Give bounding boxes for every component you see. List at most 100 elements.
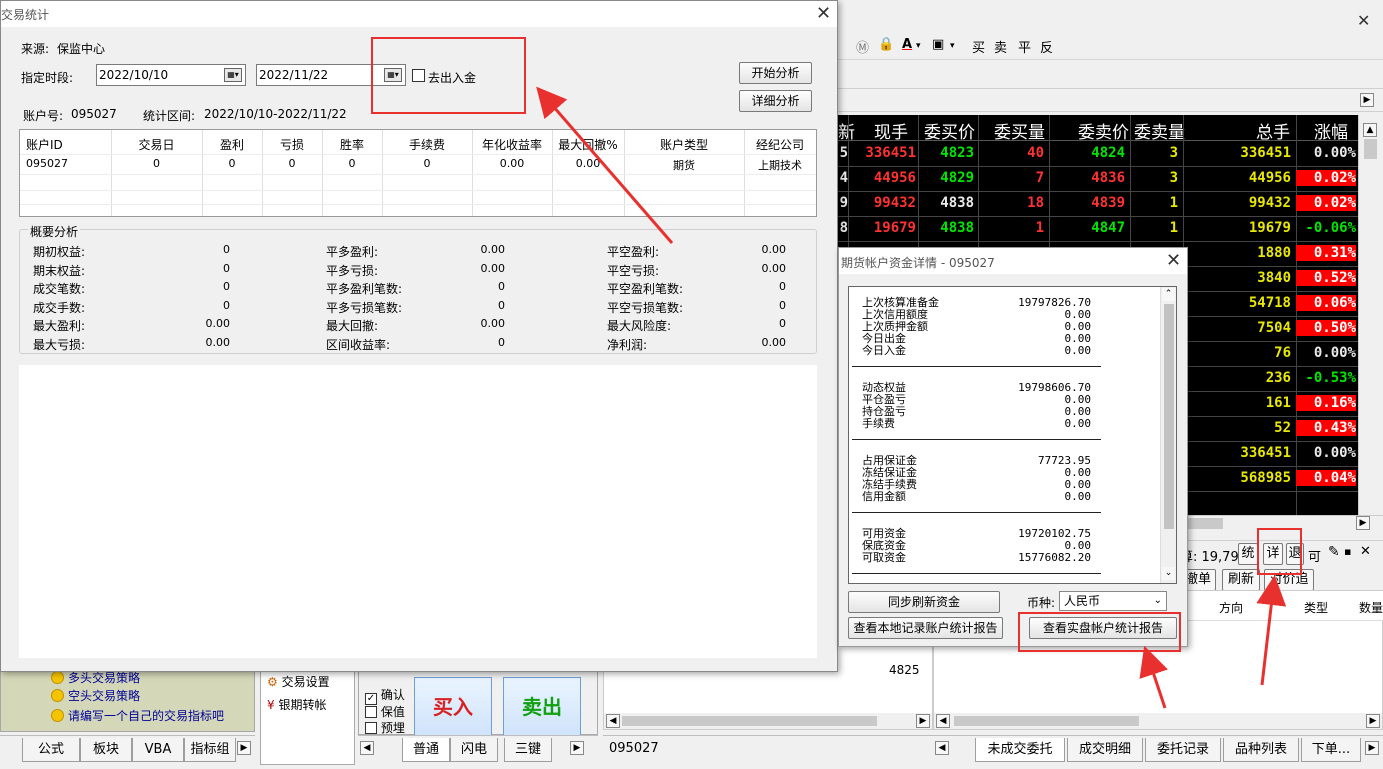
tab-sector[interactable]: 板块 [80,738,132,762]
col-type[interactable]: 类型 [1304,599,1328,616]
calendar-icon[interactable]: ▦▾ [224,68,242,82]
tab-lightning[interactable]: 闪电 [450,738,498,762]
col-header-account-id[interactable]: 账户ID [26,136,63,153]
col-header-fee[interactable]: 手续费 [382,136,472,153]
col-header-max-drawdown[interactable]: 最大回撤% [552,136,624,153]
account-tab[interactable]: 095027 [609,741,659,756]
col-header-buy-price[interactable]: 委买价 [924,118,975,143]
quote-row[interactable]: 8 19679 4838 1 4847 1 19679 -0.06% [838,217,1358,242]
col-header-account-type[interactable]: 账户类型 [624,136,744,153]
tab-instrument-list[interactable]: 品种列表 [1223,738,1299,762]
available-label: 算: 19,79 [1180,550,1239,565]
detailed-analysis-button[interactable]: 详细分析 [739,90,812,112]
main-close-icon[interactable]: ✕ [1357,12,1370,30]
chevron-down-icon: ⌄ [1153,595,1162,606]
col-header-change[interactable]: 涨幅 [1314,118,1348,143]
tab-place-order[interactable]: 下单... [1301,738,1361,762]
reverse-tool-button[interactable]: 反 [1040,37,1053,56]
chevron-down-icon[interactable]: ▾ [950,41,955,51]
cell-loss[interactable]: 0 [262,157,322,170]
tab-normal[interactable]: 普通 [402,738,450,762]
close-pos-tool-button[interactable]: 平 [1018,37,1031,56]
font-color-icon[interactable]: A [902,37,912,52]
tab-scroll-right-icon[interactable]: ▶ [237,741,251,755]
col-header-trade-day[interactable]: 交易日 [111,136,202,153]
col-header-new[interactable]: 新 [838,118,855,143]
cell-account-id[interactable]: 095027 [26,157,68,170]
col-header-sell-price[interactable]: 委卖价 [1078,118,1129,143]
quote-row[interactable]: 9 99432 4838 18 4839 1 99432 0.02% [838,192,1358,217]
buy-tool-button[interactable]: 买 [972,37,985,56]
buy-button[interactable]: 买入 [414,677,492,737]
quote-vertical-scrollbar[interactable]: ▲ [1358,115,1383,515]
col-header-buy-vol[interactable]: 委买量 [994,118,1045,143]
stats-icon-button[interactable]: 统 [1238,543,1258,565]
tree-item-write-indicator[interactable]: 请编写一个自己的交易指标吧 [51,707,224,724]
cell-broker[interactable]: 上期技术 [744,157,816,173]
col-quantity[interactable]: 数量 [1359,599,1383,616]
sell-tool-button[interactable]: 卖 [994,37,1007,56]
fund-list-scrollbar[interactable]: ⌃ ⌄ [1160,287,1176,583]
col-header-profit[interactable]: 盈利 [202,136,262,153]
col-header-sell-vol[interactable]: 委卖量 [1134,118,1185,143]
pre-order-checkbox[interactable]: 预埋 [365,719,405,736]
fund-group: 占用保证金 77723.95 冻结保证金 0.00 冻结手续费 0.00 信用金额 0.00 [852,449,1101,513]
tab-indicator-group[interactable]: 指标组 [184,738,236,762]
annotation-box-checkbox [371,37,526,114]
close-icon[interactable]: ✕ [816,5,831,23]
fund-item-label: 上次核算准备金 [862,296,939,309]
col-header-loss[interactable]: 亏损 [262,136,322,153]
summary-value: 0 [779,317,786,331]
cell-profit[interactable]: 0 [202,157,262,170]
chevron-down-icon[interactable]: ▾ [916,41,921,51]
tab-order-records[interactable]: 委托记录 [1145,738,1221,762]
source-label: 来源: [21,42,50,56]
smiley-icon [51,689,64,702]
cell-annual-return[interactable]: 0.00 [472,157,552,170]
tab-formula[interactable]: 公式 [22,738,80,762]
col-header-annual-return[interactable]: 年化收益率 [472,136,552,153]
quote-row[interactable]: 5 336451 4823 40 4824 3 336451 0.00% [838,142,1358,167]
cell-total: 99432 [1248,195,1291,211]
local-report-button[interactable]: 查看本地记录账户统计报告 [848,617,1003,639]
cell-fee[interactable]: 0 [382,157,472,170]
tool-icon[interactable]: ✎ [1328,544,1340,560]
toolbar-icon-1[interactable]: Ⓜ [856,37,869,56]
keep-value-checkbox[interactable]: 保值 [365,703,405,720]
currency-select[interactable]: 人民币 ⌄ [1059,591,1167,611]
lock-icon[interactable]: 🔒 [878,37,894,52]
close-icon[interactable]: ✕ [1166,252,1181,270]
sell-button[interactable]: 卖出 [503,677,581,737]
tab-unfilled-orders[interactable]: 未成交委托 [975,738,1065,762]
panel-close-icon[interactable]: ✕ [1360,544,1371,559]
tab-scroll-right-icon[interactable]: ▶ [570,741,584,755]
date-from-picker[interactable]: 2022/10/10 ▦▾ [96,64,246,86]
pin-icon[interactable]: ▪ [1344,545,1351,558]
col-header-xianshou[interactable]: 现手 [874,118,908,143]
save-icon[interactable]: ▣ [932,37,944,52]
tab-scroll-left-icon[interactable]: ◀ [360,741,374,755]
cell-trade-day[interactable]: 0 [111,157,202,170]
tab-three-keys[interactable]: 三键 [504,738,552,762]
cell-max-drawdown[interactable]: 0.00 [552,157,624,170]
refresh-button[interactable]: 刷新 [1222,569,1260,591]
tab-scroll-right-icon[interactable]: ▶ [1365,741,1379,755]
tab-scroll-left-icon[interactable]: ◀ [935,741,949,755]
start-analysis-button[interactable]: 开始分析 [739,62,812,84]
cell-total: 236 [1265,370,1291,386]
tab-vba[interactable]: VBA [132,738,184,762]
col-header-broker[interactable]: 经纪公司 [744,136,816,153]
cell-win-rate[interactable]: 0 [322,157,382,170]
col-header-win-rate[interactable]: 胜率 [322,136,382,153]
tree-item-short-strategy[interactable]: 空头交易策略 [51,687,140,704]
tab-scroll-right-icon[interactable]: ▶ [1360,93,1374,107]
col-direction[interactable]: 方向 [1219,599,1243,616]
col-header-total[interactable]: 总手 [1256,118,1290,143]
bank-transfer-item[interactable]: ¥ 银期转帐 [267,696,326,713]
trade-settings-item[interactable]: ⚙ 交易设置 [267,673,330,690]
cell-account-type[interactable]: 期货 [624,157,744,173]
summary-label: 平多亏损笔数: [326,300,403,315]
sync-refresh-button[interactable]: 同步刷新资金 [848,591,1000,613]
tab-fill-detail[interactable]: 成交明细 [1067,738,1143,762]
quote-row[interactable]: 4 44956 4829 7 4836 3 44956 0.02% [838,167,1358,192]
